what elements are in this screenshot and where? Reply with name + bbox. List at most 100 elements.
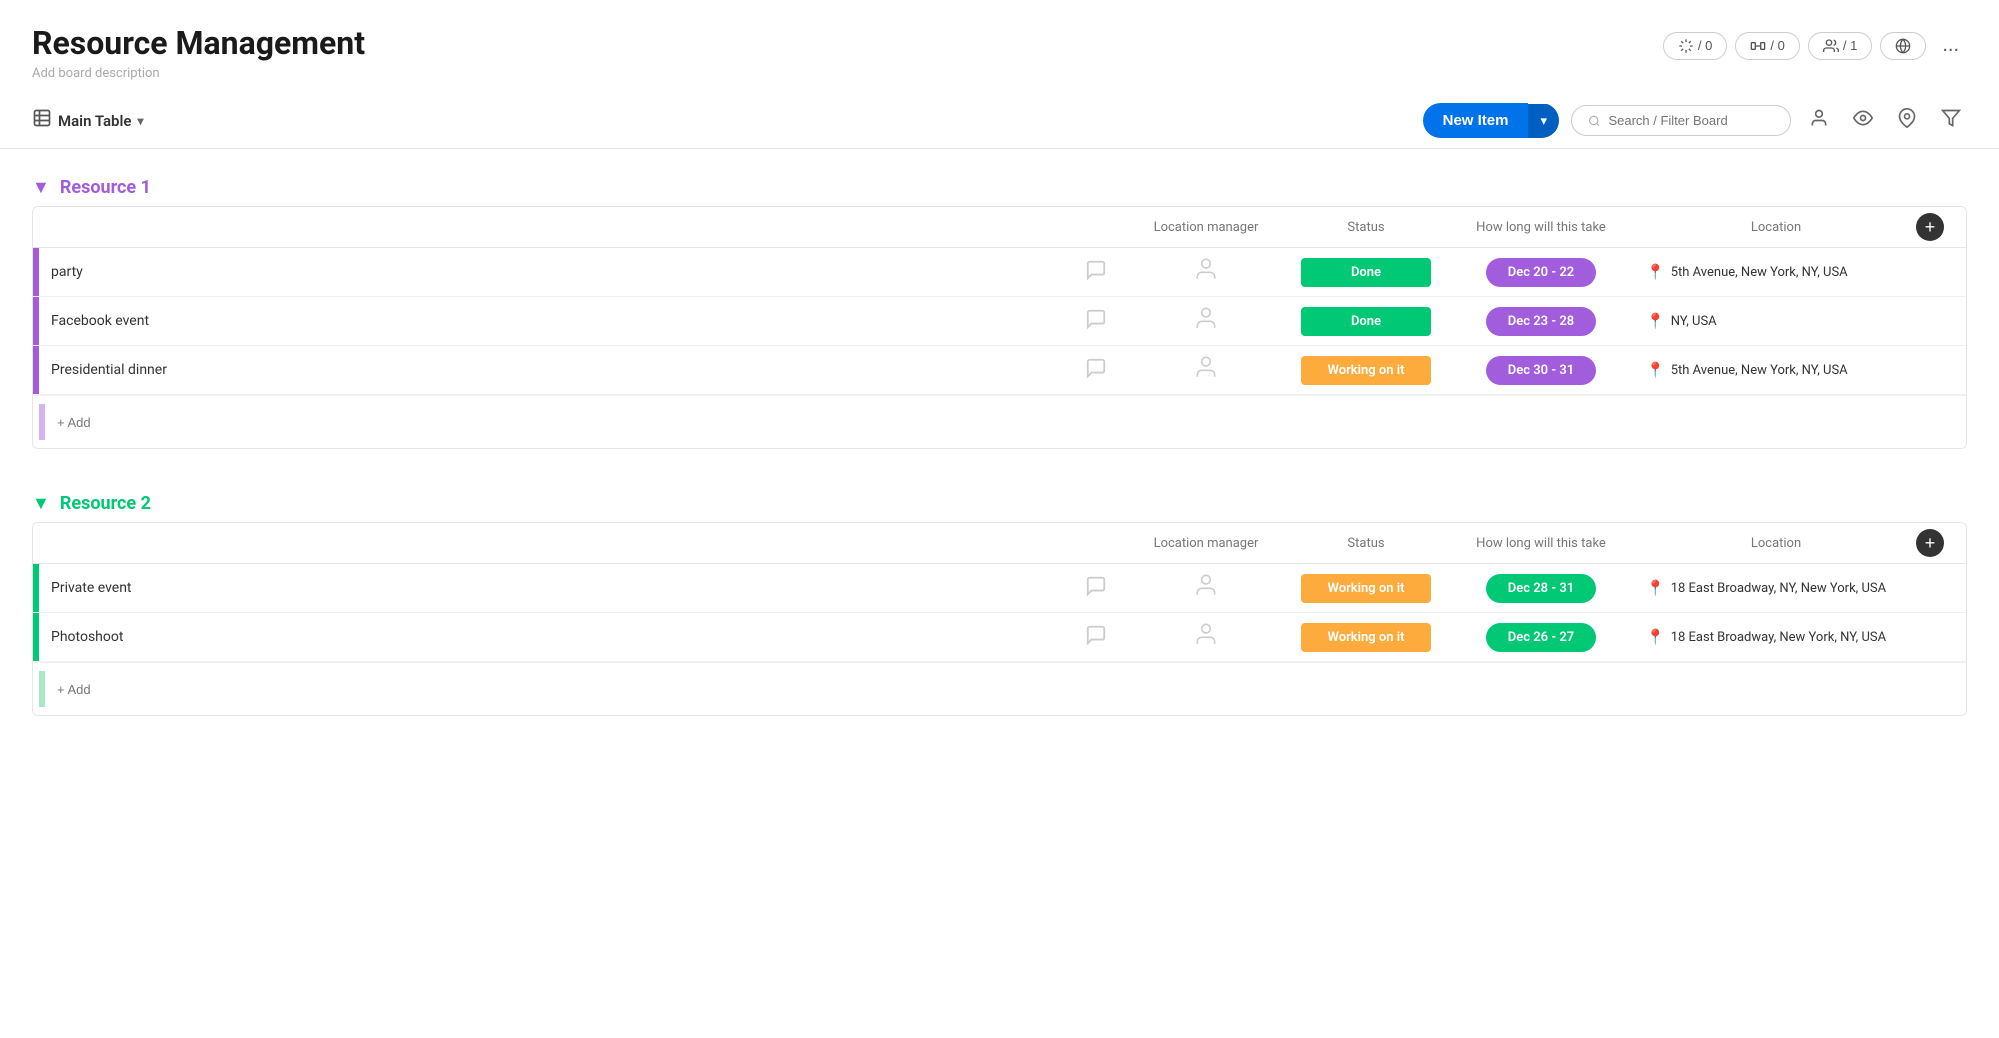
chat-icon [1085,624,1107,646]
row-item-name[interactable]: Photoshoot [39,629,1066,645]
new-item-dropdown-button[interactable]: ▾ [1528,104,1559,138]
add-item-button-resource-2[interactable]: + Add [45,678,103,701]
col-header-location: Location [1636,536,1916,551]
add-row-resource-2: + Add [33,662,1966,715]
row-location[interactable]: 📍 18 East Broadway, New York, NY, USA [1636,628,1916,646]
invite-icon [1823,38,1839,54]
table-selector-arrow: ▾ [137,114,143,128]
automations-label: / 0 [1698,38,1712,53]
page-title: Resource Management [32,24,365,62]
search-bar [1571,105,1791,136]
person-avatar-icon [1193,256,1219,282]
resource-1-group: ▼ Resource 1 Location manager Status How… [32,165,1967,449]
resource-1-title[interactable]: Resource 1 [60,177,151,198]
row-item-name[interactable]: party [39,264,1066,280]
col-header-location: Location [1636,220,1916,235]
person-avatar-icon [1193,354,1219,380]
row-status[interactable]: Done [1286,258,1446,287]
row-location[interactable]: 📍 5th Avenue, New York, NY, USA [1636,263,1916,281]
person-avatar-icon [1193,621,1219,647]
col-header-duration: How long will this take [1446,220,1636,235]
board-description[interactable]: Add board description [32,66,365,81]
add-column-button-2[interactable]: + [1916,529,1944,557]
row-chat[interactable] [1066,357,1126,384]
integrations-label: / 0 [1770,38,1784,53]
row-item-name[interactable]: Facebook event [39,313,1066,329]
location-text: 5th Avenue, New York, NY, USA [1671,363,1848,378]
add-item-button-resource-1[interactable]: + Add [45,411,103,434]
chat-icon [1085,308,1107,330]
location-text: 5th Avenue, New York, NY, USA [1671,265,1848,280]
globe-button[interactable] [1880,32,1926,60]
filter-button[interactable] [1935,104,1967,137]
location-pin-icon: 📍 [1646,579,1665,597]
row-status[interactable]: Working on it [1286,356,1446,385]
row-duration[interactable]: Dec 28 - 31 [1446,574,1636,603]
toolbar: Main Table ▾ New Item ▾ [0,93,1999,149]
status-badge: Working on it [1301,574,1431,603]
row-item-name[interactable]: Presidential dinner [39,362,1066,378]
row-status[interactable]: Working on it [1286,574,1446,603]
row-location-manager[interactable] [1126,621,1286,653]
automations-button[interactable]: / 0 [1663,32,1727,60]
resource-2-title[interactable]: Resource 2 [60,493,151,514]
integrations-button[interactable]: / 0 [1735,32,1799,60]
search-input[interactable] [1608,113,1774,128]
more-options-button[interactable]: ... [1934,30,1967,61]
pin-button[interactable] [1891,104,1923,137]
automations-icon [1678,38,1694,54]
duration-badge: Dec 30 - 31 [1486,356,1596,385]
row-duration[interactable]: Dec 30 - 31 [1446,356,1636,385]
duration-badge: Dec 20 - 22 [1486,258,1596,287]
table-selector[interactable]: Main Table ▾ [32,108,144,133]
resource-1-header: ▼ Resource 1 [32,165,1967,206]
filter-icon [1941,108,1961,128]
new-item-main-button[interactable]: New Item [1423,103,1529,138]
row-location[interactable]: 📍 NY, USA [1636,312,1916,330]
row-location[interactable]: 📍 18 East Broadway, NY, New York, USA [1636,579,1916,597]
resource-1-col-headers: Location manager Status How long will th… [33,207,1966,248]
duration-badge: Dec 26 - 27 [1486,623,1596,652]
row-status[interactable]: Done [1286,307,1446,336]
chat-icon [1085,259,1107,281]
row-chat[interactable] [1066,575,1126,602]
row-location-manager[interactable] [1126,572,1286,604]
resource-2-group: ▼ Resource 2 Location manager Status How… [32,481,1967,716]
row-chat[interactable] [1066,308,1126,335]
person-filter-button[interactable] [1803,104,1835,137]
row-item-name[interactable]: Private event [39,580,1066,596]
row-duration[interactable]: Dec 23 - 28 [1446,307,1636,336]
row-duration[interactable]: Dec 20 - 22 [1446,258,1636,287]
row-location-manager[interactable] [1126,354,1286,386]
invite-button[interactable]: / 1 [1808,32,1872,60]
add-column-button[interactable]: + [1916,213,1944,241]
chat-icon [1085,357,1107,379]
resource-2-chevron[interactable]: ▼ [32,493,50,514]
person-icon [1809,108,1829,128]
row-status[interactable]: Working on it [1286,623,1446,652]
search-icon [1588,114,1600,128]
location-text: NY, USA [1671,314,1717,329]
new-item-button-group: New Item ▾ [1423,103,1559,138]
resource-1-chevron[interactable]: ▼ [32,177,50,198]
main-content: ▼ Resource 1 Location manager Status How… [0,149,1999,780]
row-chat[interactable] [1066,259,1126,286]
row-location-manager[interactable] [1126,256,1286,288]
location-pin-icon: 📍 [1646,628,1665,646]
integrations-icon [1750,38,1766,54]
eye-button[interactable] [1847,104,1879,137]
row-duration[interactable]: Dec 26 - 27 [1446,623,1636,652]
table-row: Photoshoot Working on it Dec 26 - [33,613,1966,662]
invite-label: / 1 [1843,38,1857,53]
status-badge: Done [1301,258,1431,287]
location-text: 18 East Broadway, NY, New York, USA [1671,581,1886,596]
row-location[interactable]: 📍 5th Avenue, New York, NY, USA [1636,361,1916,379]
location-pin-icon: 📍 [1646,361,1665,379]
row-location-manager[interactable] [1126,305,1286,337]
table-row: Facebook event Done Dec 23 - 28 [33,297,1966,346]
table-row: Private event Working on it Dec 28 [33,564,1966,613]
row-chat[interactable] [1066,624,1126,651]
col-header-status: Status [1286,536,1446,551]
add-row-resource-1: + Add [33,395,1966,448]
table-row: party Done Dec 20 - 22 [33,248,1966,297]
